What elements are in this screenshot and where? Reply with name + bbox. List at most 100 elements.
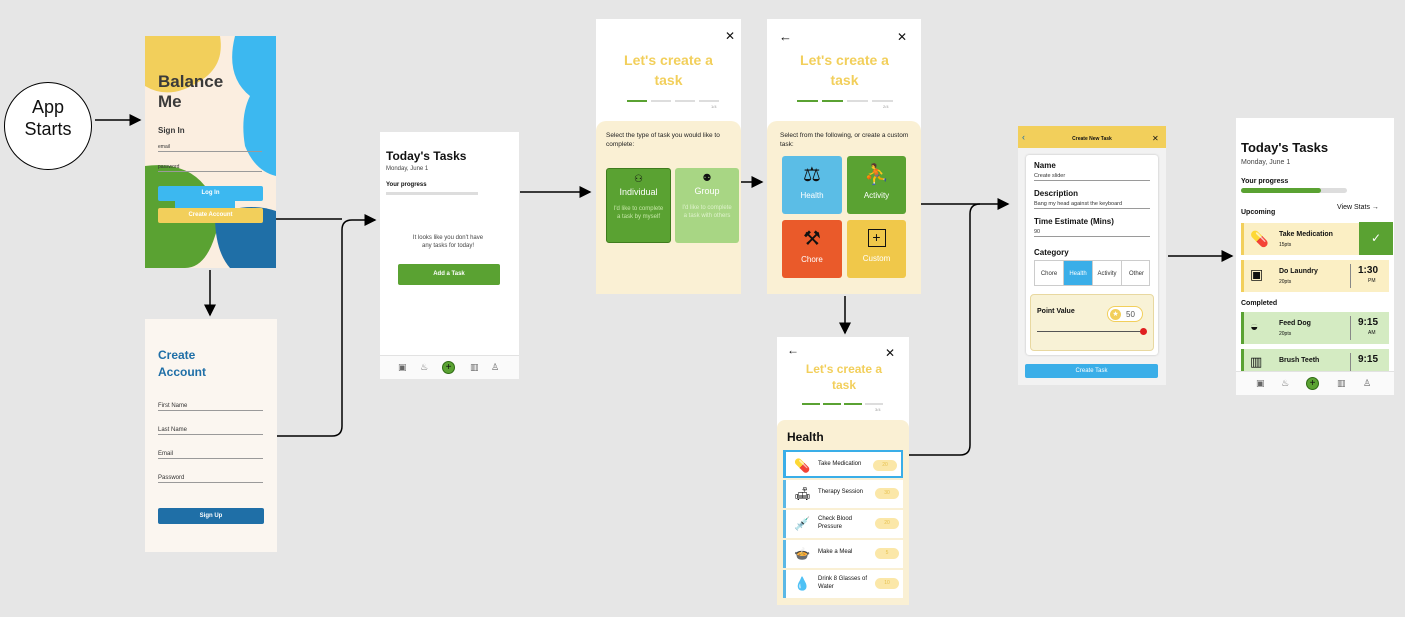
point-slider-track[interactable] [1037, 331, 1143, 332]
password-field[interactable]: Password [158, 475, 263, 483]
profile-icon[interactable]: ♙ [491, 362, 499, 373]
start-label: App Starts [24, 97, 72, 139]
group-option[interactable]: ⚉ Group I'd like to complete a task with… [675, 168, 739, 243]
create-account-button[interactable]: Create Account [158, 208, 263, 223]
task-row[interactable]: ◒ Feed Dog 20pts 9:15 AM [1241, 312, 1389, 344]
syringe-icon: 💉 [794, 516, 811, 531]
step-bar-4 [872, 100, 893, 102]
sign-in-heading: Sign In [158, 126, 185, 135]
sign-up-button[interactable]: Sign Up [158, 508, 264, 524]
point-slider-handle[interactable] [1140, 328, 1147, 335]
login-button[interactable]: Log In [158, 186, 263, 201]
couch-icon: 🛋 [794, 486, 811, 501]
empty-message: It looks like you don't have any tasks f… [412, 235, 484, 249]
back-icon[interactable]: ← [787, 343, 799, 357]
close-icon[interactable]: ✕ [897, 30, 907, 44]
category-panel: Select from the following, or create a c… [767, 121, 921, 294]
add-icon[interactable]: + [442, 361, 455, 374]
activity-option[interactable]: ⛹ Activity [847, 156, 906, 214]
upcoming-heading: Upcoming [1241, 209, 1276, 216]
view-stats-link[interactable]: View Stats → [1337, 204, 1379, 211]
tasks-empty-screen: Today's Tasks Monday, June 1 Your progre… [380, 132, 519, 379]
activity-icon[interactable]: ♨ [1281, 378, 1289, 389]
email-field[interactable]: Email [158, 451, 263, 459]
type-prompt: Select the type of task you would like t… [606, 132, 720, 148]
close-icon[interactable]: ✕ [1152, 134, 1159, 143]
health-item[interactable]: 🛋 Therapy Session 30 [783, 480, 903, 508]
stats-icon[interactable]: ▥ [1337, 378, 1346, 389]
point-value-label: Point Value [1037, 308, 1075, 315]
add-icon[interactable]: + [1306, 377, 1319, 390]
category-segmented-control[interactable]: Chore Health Activity Other [1034, 260, 1150, 286]
progress-label: Your progress [1241, 178, 1289, 185]
point-value-panel: Point Value ★ 50 [1030, 294, 1154, 351]
category-option[interactable]: Activity [1093, 261, 1122, 285]
individual-label: Individual [619, 187, 658, 197]
step-bar-4 [865, 403, 883, 405]
create-account-title: Create Account [158, 348, 206, 379]
washer-icon: ▣ [1250, 266, 1264, 282]
health-label: Health [800, 191, 824, 200]
tasks-full-screen: Today's Tasks Monday, June 1 Your progre… [1236, 118, 1394, 395]
stats-icon[interactable]: ▥ [470, 362, 479, 373]
health-item[interactable]: 💉 Check Blood Pressure 20 [783, 510, 903, 538]
health-item[interactable]: 🍲 Make a Meal 5 [783, 540, 903, 568]
calendar-icon[interactable]: ▣ [1256, 378, 1265, 389]
page-title: Today's Tasks [386, 149, 467, 163]
name-input[interactable]: Create slider [1034, 173, 1150, 181]
task-row[interactable]: ▣ Do Laundry 20pts 1:30 PM [1241, 260, 1389, 292]
activity-icon[interactable]: ♨ [420, 362, 428, 373]
close-icon[interactable]: ✕ [885, 346, 895, 360]
password-field[interactable]: password [158, 164, 262, 172]
pill-icon: 💊 [1250, 231, 1269, 248]
task-row[interactable]: ▥ Brush Teeth 9:15 [1241, 349, 1389, 371]
plus-box-icon: + [867, 229, 886, 247]
create-category-screen: ← ✕ Let's create a task 2/4 Select from … [767, 19, 921, 294]
header-title: Create New Task [1072, 136, 1112, 142]
task-row[interactable]: 💊 Take Medication 15pts ✓ [1241, 222, 1393, 255]
health-item[interactable]: 💊 Take Medication 20 [783, 450, 903, 478]
chore-option[interactable]: ⚒ Chore [782, 220, 842, 278]
category-option[interactable]: Chore [1035, 261, 1064, 285]
completed-heading: Completed [1241, 300, 1278, 307]
email-field[interactable]: email [158, 144, 262, 152]
group-desc: I'd like to complete a task with others [682, 205, 732, 219]
group-label: Group [694, 186, 720, 196]
create-task-button[interactable]: Create Task [1025, 364, 1158, 378]
individual-option[interactable]: ⚇ Individual I'd like to complete a task… [606, 168, 671, 243]
add-task-button[interactable]: Add a Task [398, 264, 500, 285]
complete-check-button[interactable]: ✓ [1359, 222, 1393, 255]
back-icon[interactable]: ← [779, 29, 792, 44]
progress-label: Your progress [386, 182, 427, 188]
health-item[interactable]: 💧 Drink 8 Glasses of Water 10 [783, 570, 903, 598]
star-coin-icon: ★ [1110, 309, 1121, 320]
runner-icon: ⛹ [864, 164, 889, 186]
custom-option[interactable]: + Custom [847, 220, 906, 278]
first-name-field[interactable]: First Name [158, 403, 263, 411]
meal-icon: 🍲 [794, 546, 811, 561]
type-panel: Select the type of task you would like t… [596, 121, 741, 294]
health-option[interactable]: ⚖ Health [782, 156, 842, 214]
time-divider [1350, 353, 1351, 371]
category-option[interactable]: Other [1122, 261, 1151, 285]
step-bar-1 [627, 100, 647, 102]
category-option-selected[interactable]: Health [1064, 261, 1093, 285]
time-input[interactable]: 90 [1034, 229, 1150, 237]
app-title: Balance Me [158, 72, 224, 111]
group-icon: ⚉ [702, 173, 712, 184]
progress-bar [386, 192, 478, 195]
screen-title: Let's create a task [624, 52, 713, 88]
profile-icon[interactable]: ♙ [1363, 378, 1371, 389]
calendar-icon[interactable]: ▣ [398, 362, 407, 373]
description-input[interactable]: Bang my head against the keyboard [1034, 201, 1150, 209]
header-bar: ‹ Create New Task ✕ [1018, 126, 1166, 148]
name-label: Name [1034, 161, 1056, 170]
close-icon[interactable]: ✕ [725, 29, 735, 43]
step-count: 3/4 [875, 407, 881, 412]
description-label: Description [1034, 189, 1079, 198]
chore-label: Chore [801, 255, 823, 264]
create-type-screen: ✕ Let's create a task 1/4 Select the typ… [596, 19, 741, 294]
dog-bowl-icon: ◒ [1250, 318, 1259, 334]
last-name-field[interactable]: Last Name [158, 427, 263, 435]
login-background-art [145, 36, 276, 268]
